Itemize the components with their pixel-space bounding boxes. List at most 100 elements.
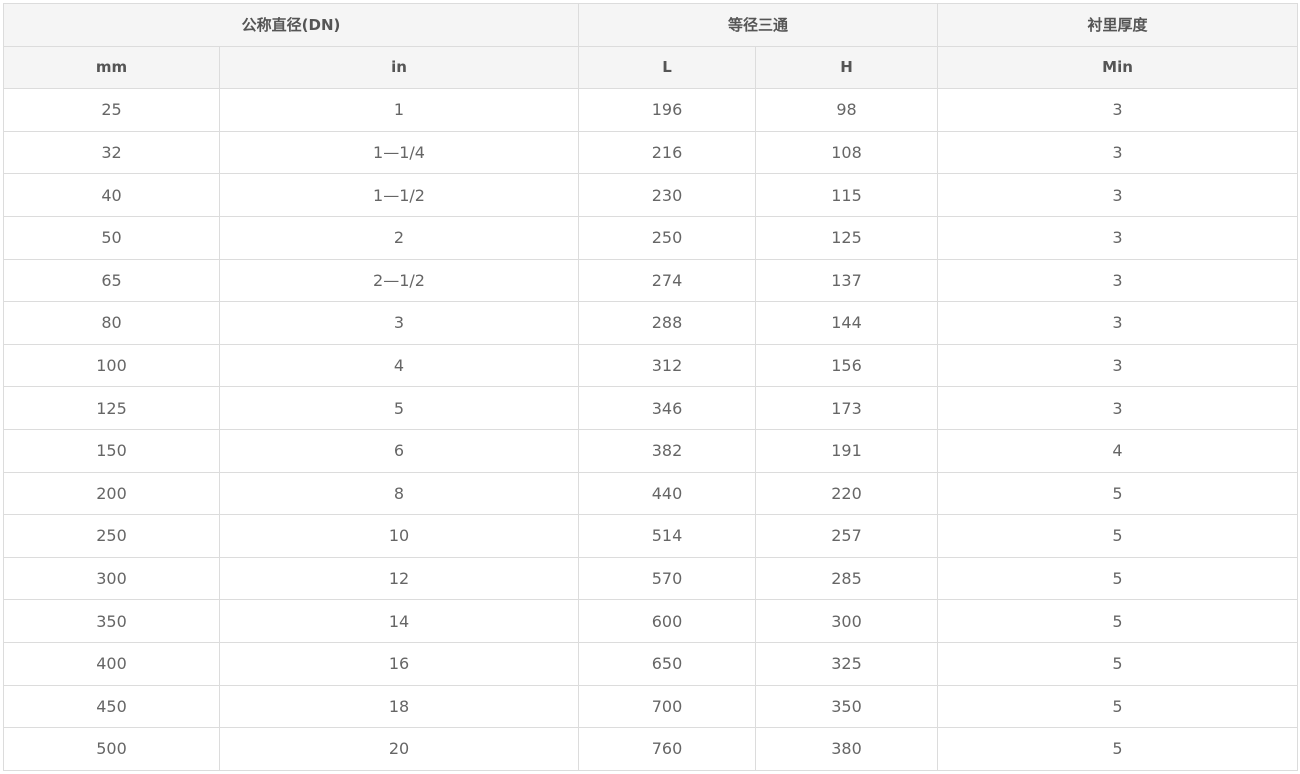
cell-h: 115 (754, 173, 939, 217)
table-row: 500 20 760 380 5 (3, 727, 1299, 771)
table-row: 25 1 196 98 3 (3, 88, 1299, 132)
cell-h: 98 (754, 88, 939, 132)
table-row: 125 5 346 173 3 (3, 386, 1299, 430)
cell-h: 191 (754, 428, 939, 473)
group-header-row: 公称直径(DN) 等径三通 衬里厚度 (3, 3, 1299, 47)
cell-h: 300 (754, 599, 939, 643)
header-l: L (578, 45, 756, 90)
cell-h: 257 (754, 514, 939, 558)
cell-l: 514 (578, 514, 756, 558)
cell-l: 600 (578, 599, 756, 643)
cell-mm: 250 (3, 514, 220, 558)
table-row: 450 18 700 350 5 (3, 684, 1299, 729)
cell-mm: 400 (3, 641, 220, 686)
cell-in: 12 (219, 556, 579, 601)
cell-l: 440 (578, 471, 756, 516)
cell-mm: 350 (3, 599, 220, 643)
header-lining-thickness: 衬里厚度 (937, 3, 1299, 47)
cell-mm: 65 (3, 258, 220, 303)
cell-min: 3 (937, 88, 1299, 132)
cell-h: 144 (754, 301, 939, 345)
cell-min: 3 (937, 386, 1299, 430)
table-row: 350 14 600 300 5 (3, 599, 1299, 643)
table-header: 公称直径(DN) 等径三通 衬里厚度 mm in L H Min (3, 3, 1299, 90)
cell-in: 3 (219, 301, 579, 345)
cell-mm: 50 (3, 215, 220, 260)
cell-min: 4 (937, 428, 1299, 473)
cell-l: 230 (578, 173, 756, 217)
table-row: 200 8 440 220 5 (3, 471, 1299, 516)
cell-in: 2 (219, 215, 579, 260)
cell-min: 3 (937, 301, 1299, 345)
cell-h: 350 (754, 684, 939, 729)
cell-mm: 80 (3, 301, 220, 345)
cell-h: 108 (754, 130, 939, 175)
cell-mm: 450 (3, 684, 220, 729)
cell-l: 570 (578, 556, 756, 601)
table-row: 400 16 650 325 5 (3, 641, 1299, 686)
cell-h: 325 (754, 641, 939, 686)
spec-table-container: 公称直径(DN) 等径三通 衬里厚度 mm in L H Min 25 1 196 9… (3, 3, 1299, 771)
cell-min: 3 (937, 343, 1299, 388)
cell-in: 2—1/2 (219, 258, 579, 303)
cell-min: 5 (937, 471, 1299, 516)
cell-min: 5 (937, 641, 1299, 686)
cell-l: 288 (578, 301, 756, 345)
cell-l: 250 (578, 215, 756, 260)
cell-l: 346 (578, 386, 756, 430)
cell-h: 220 (754, 471, 939, 516)
cell-l: 312 (578, 343, 756, 388)
cell-in: 4 (219, 343, 579, 388)
cell-in: 10 (219, 514, 579, 558)
cell-min: 3 (937, 258, 1299, 303)
sub-header-row: mm in L H Min (3, 45, 1299, 90)
header-min: Min (937, 45, 1299, 90)
header-equal-tee: 等径三通 (577, 3, 939, 47)
cell-l: 700 (578, 684, 756, 729)
cell-h: 137 (754, 258, 939, 303)
cell-l: 650 (578, 641, 756, 686)
cell-h: 173 (754, 386, 939, 430)
spec-table: 公称直径(DN) 等径三通 衬里厚度 mm in L H Min 25 1 196 9… (3, 3, 1299, 771)
table-row: 40 1—1/2 230 115 3 (3, 173, 1299, 217)
cell-in: 18 (219, 684, 579, 729)
cell-in: 1 (219, 88, 579, 132)
cell-l: 216 (578, 130, 756, 175)
table-row: 80 3 288 144 3 (3, 301, 1299, 345)
table-row: 250 10 514 257 5 (3, 514, 1299, 558)
cell-min: 5 (937, 556, 1299, 601)
table-row: 65 2—1/2 274 137 3 (3, 258, 1299, 303)
table-row: 32 1—1/4 216 108 3 (3, 130, 1299, 175)
cell-min: 3 (937, 173, 1299, 217)
cell-in: 8 (219, 471, 579, 516)
cell-mm: 125 (3, 386, 220, 430)
table-row: 300 12 570 285 5 (3, 556, 1299, 601)
table-row: 50 2 250 125 3 (3, 215, 1299, 260)
cell-h: 125 (754, 215, 939, 260)
table-row: 100 4 312 156 3 (3, 343, 1299, 388)
cell-in: 1—1/4 (219, 130, 579, 175)
cell-min: 5 (937, 514, 1299, 558)
header-h: H (754, 45, 939, 90)
cell-in: 5 (219, 386, 579, 430)
table-row: 150 6 382 191 4 (3, 428, 1299, 473)
cell-min: 3 (937, 215, 1299, 260)
table-body: 25 1 196 98 3 32 1—1/4 216 108 3 40 1—1/2 230 115 3 50 2… (3, 88, 1299, 771)
cell-mm: 200 (3, 471, 220, 516)
cell-h: 156 (754, 343, 939, 388)
cell-mm: 100 (3, 343, 220, 388)
header-in: in (219, 45, 579, 90)
header-nominal-diameter: 公称直径(DN) (3, 3, 579, 47)
cell-in: 14 (219, 599, 579, 643)
cell-min: 3 (937, 130, 1299, 175)
cell-min: 5 (937, 599, 1299, 643)
cell-mm: 300 (3, 556, 220, 601)
cell-h: 285 (754, 556, 939, 601)
cell-l: 274 (578, 258, 756, 303)
cell-l: 382 (578, 428, 756, 473)
cell-in: 6 (219, 428, 579, 473)
header-mm: mm (3, 45, 220, 90)
cell-l: 196 (578, 88, 756, 132)
cell-min: 5 (937, 727, 1299, 771)
cell-h: 380 (754, 727, 939, 771)
